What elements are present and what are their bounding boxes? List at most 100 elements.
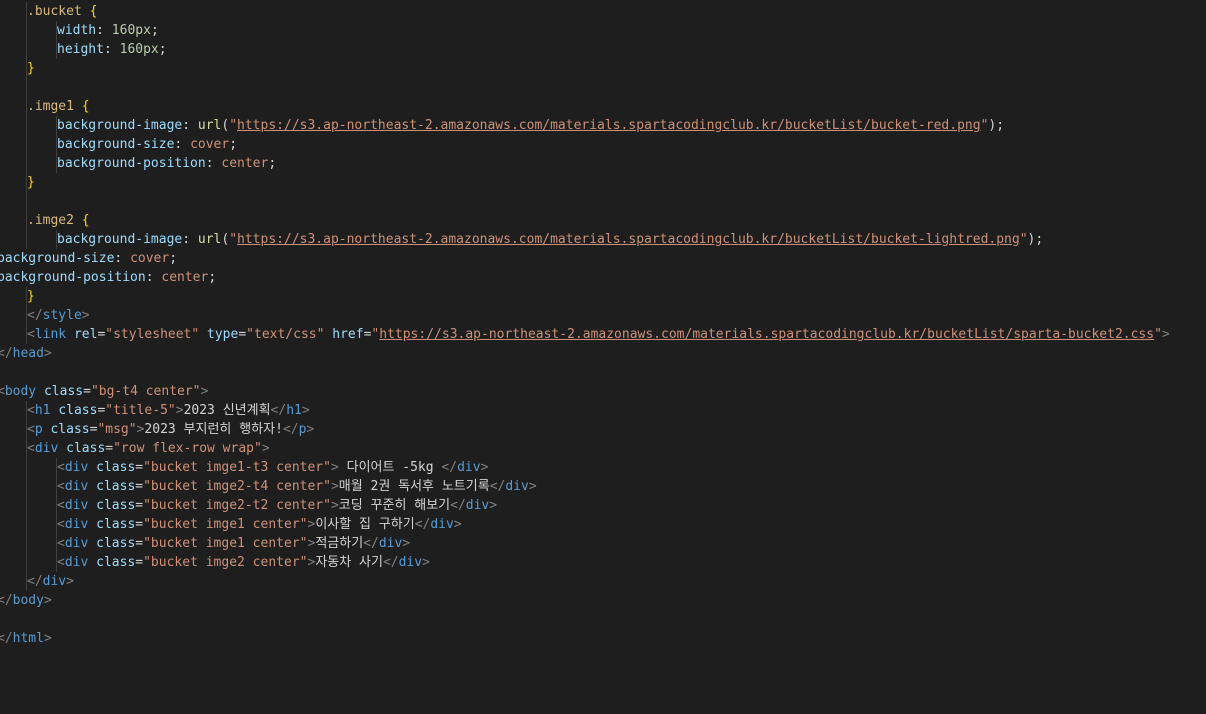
code-line[interactable]: <div class="bucket imge1-t3 center"> 다이어… [0,458,1206,477]
string-value: "bucket imge1 center" [143,536,308,551]
code-line[interactable]: background-position: center; [0,154,1206,173]
code-line[interactable]: </head> [0,344,1206,363]
punctuation [199,327,207,342]
attribute-name: href [332,327,364,342]
punctuation: : [96,23,112,38]
tag-bracket: < [57,517,65,532]
string-value: "text/css" [246,327,325,342]
code-line[interactable]: } [0,173,1206,192]
code-text: <div class="bucket imge2-t2 center">코딩 꾸… [57,496,497,515]
code-line[interactable]: <div class="bucket imge1 center">이사할 집 구… [0,515,1206,534]
punctuation [88,517,96,532]
css-selector: .imge1 [27,99,74,114]
tag-bracket: > [43,631,52,646]
code-line[interactable]: .imge1 { [0,97,1206,116]
punctuation: = [135,479,144,494]
code-line[interactable] [0,610,1206,629]
code-line[interactable]: background-position: center; [0,268,1206,287]
string-value: "bucket imge2-t2 center" [143,498,331,513]
code-line[interactable]: .bucket { [0,2,1206,21]
property-name: background-image [57,118,183,133]
attribute-name: class [96,460,136,475]
attribute-name: class [96,536,136,551]
tag-bracket: > [301,403,310,418]
punctuation: = [135,517,144,532]
code-line[interactable] [0,78,1206,97]
tag-bracket: > [200,384,209,399]
code-line[interactable]: </html> [0,629,1206,648]
url-link[interactable]: https://s3.ap-northeast-2.amazonaws.com/… [237,118,981,133]
brace: } [27,289,35,304]
code-text: </div> [27,572,74,591]
tag-bracket: </ [382,555,399,570]
tag-bracket: > [402,536,411,551]
punctuation [66,327,74,342]
code-line[interactable]: background-image: url("https://s3.ap-nor… [0,116,1206,135]
string-value: "title-5" [105,403,176,418]
number-value: 160px [119,42,159,57]
code-line[interactable] [0,192,1206,211]
code-line[interactable]: <div class="bucket imge1 center">적금하기</d… [0,534,1206,553]
code-line[interactable]: background-image: url("https://s3.ap-nor… [0,230,1206,249]
tag-bracket: < [57,498,65,513]
code-line[interactable]: <p class="msg">2023 부지런히 행하자!</p> [0,420,1206,439]
tag-bracket: </ [0,631,13,646]
punctuation: = [83,384,91,399]
code-line[interactable]: </style> [0,306,1206,325]
attribute-name: class [58,403,98,418]
code-line[interactable]: <link rel="stylesheet" type="text/css" h… [0,325,1206,344]
code-line[interactable]: <div class="bucket imge2 center">자동차 사기<… [0,553,1206,572]
attribute-name: class [50,422,90,437]
code-line[interactable]: width: 160px; [0,21,1206,40]
code-line[interactable]: } [0,287,1206,306]
code-line[interactable]: <h1 class="title-5">2023 신년계획</h1> [0,401,1206,420]
code-line[interactable]: </body> [0,591,1206,610]
code-line[interactable]: } [0,59,1206,78]
tag-name: div [34,441,59,456]
string-value: "stylesheet" [105,327,200,342]
url-link[interactable]: https://s3.ap-northeast-2.amazonaws.com/… [237,232,1020,247]
code-editor[interactable]: .bucket {width: 160px; height: 160px;} .im… [0,0,1206,714]
code-line[interactable]: background-size: cover; [0,249,1206,268]
tag-bracket: < [27,403,35,418]
code-line[interactable]: background-size: cover; [0,135,1206,154]
code-line[interactable] [0,363,1206,382]
punctuation: : [182,232,198,247]
code-line[interactable]: <body class="bg-t4 center"> [0,382,1206,401]
punctuation [88,479,96,494]
text-content: 다이어트 -5kg [338,460,442,475]
tag-bracket: </ [414,517,431,532]
code-text: <link rel="stylesheet" type="text/css" h… [27,325,1170,344]
code-line[interactable]: height: 160px; [0,40,1206,59]
brace: } [27,61,35,76]
punctuation: ; [208,270,217,285]
function-name: url [197,232,222,247]
code-line[interactable]: <div class="bucket imge2-t4 center">매월 2… [0,477,1206,496]
tag-name: div [398,555,423,570]
indent-guide [26,515,27,534]
punctuation [36,384,44,399]
punctuation: : [205,156,222,171]
url-link[interactable]: https://s3.ap-northeast-2.amazonaws.com/… [379,327,1154,342]
tag-bracket: > [1161,327,1170,342]
tag-name: body [12,593,44,608]
punctuation: = [135,555,144,570]
text-content: 코딩 꾸준히 해보기 [338,498,451,513]
tag-bracket: < [57,460,65,475]
punctuation: : [114,251,131,266]
punctuation [88,498,96,513]
punctuation: ; [150,23,159,38]
punctuation [88,460,96,475]
code-line[interactable]: </div> [0,572,1206,591]
code-text: </html> [0,629,52,648]
property-name: background-image [57,232,183,247]
tag-bracket: </ [270,403,287,418]
code-line[interactable]: .imge2 { [0,211,1206,230]
code-line[interactable]: <div class="bucket imge2-t2 center">코딩 꾸… [0,496,1206,515]
code-text: background-position: center; [57,154,276,173]
tag-name: div [64,498,89,513]
tag-bracket: < [27,441,35,456]
code-line[interactable]: <div class="row flex-row wrap"> [0,439,1206,458]
code-text: height: 160px; [57,40,167,59]
tag-name: div [64,517,89,532]
